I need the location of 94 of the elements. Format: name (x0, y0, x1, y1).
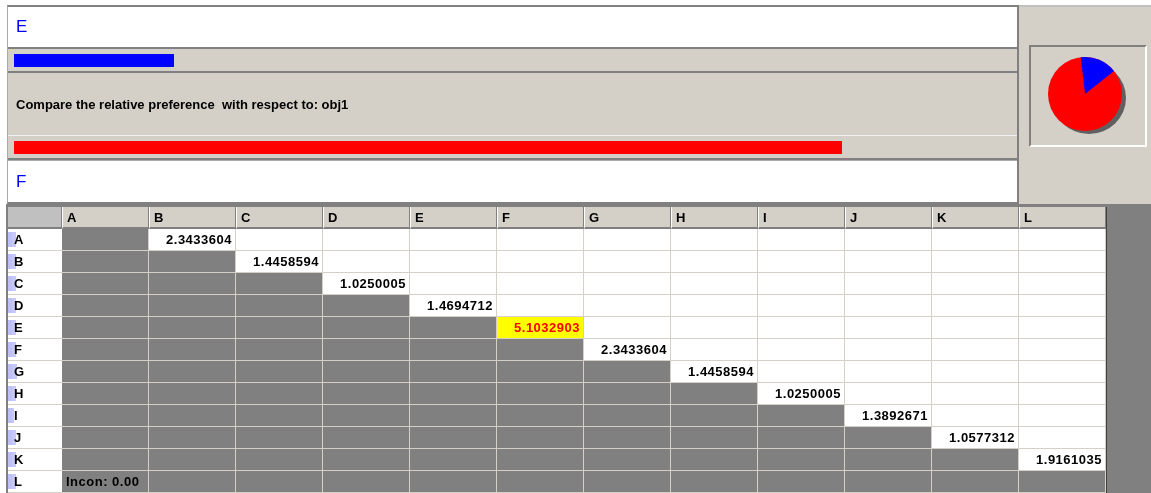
matrix-cell[interactable] (236, 229, 323, 251)
matrix-cell[interactable]: 1.4458594 (671, 361, 758, 383)
matrix-cell[interactable] (758, 251, 845, 273)
matrix-cell[interactable] (584, 251, 671, 273)
matrix-cell[interactable] (1019, 405, 1106, 427)
matrix-cell[interactable] (1019, 229, 1106, 251)
matrix-cell[interactable] (758, 339, 845, 361)
column-header: A (62, 207, 149, 229)
column-header: I (758, 207, 845, 229)
matrix-cell[interactable] (845, 317, 932, 339)
matrix-cell[interactable] (1019, 361, 1106, 383)
matrix-cell[interactable] (932, 229, 1019, 251)
row-header: F (8, 339, 62, 361)
matrix-cell[interactable] (932, 273, 1019, 295)
row-header: C (8, 273, 62, 295)
matrix-cell[interactable] (932, 383, 1019, 405)
column-header: E (410, 207, 497, 229)
item-label: E (16, 17, 28, 37)
matrix-cell[interactable]: 1.0577312 (932, 427, 1019, 449)
matrix-cell[interactable] (845, 383, 932, 405)
matrix-cell[interactable] (758, 317, 845, 339)
matrix-cell[interactable] (1019, 339, 1106, 361)
matrix-cell: Incon: 0.00 (62, 471, 149, 493)
matrix-cell[interactable] (410, 229, 497, 251)
matrix-cell[interactable]: 1.0250005 (758, 383, 845, 405)
row-header: B (8, 251, 62, 273)
matrix-cell[interactable] (932, 405, 1019, 427)
row-header: G (8, 361, 62, 383)
matrix-cell[interactable]: 2.3433604 (584, 339, 671, 361)
row-header: L (8, 471, 62, 493)
prompt-text: Compare the relative preference with respect to: obj1 (16, 96, 349, 112)
matrix-cell[interactable] (845, 251, 932, 273)
matrix-cell[interactable] (758, 361, 845, 383)
column-header: K (932, 207, 1019, 229)
matrix-cell[interactable] (584, 295, 671, 317)
matrix-cell[interactable] (758, 295, 845, 317)
row-header: E (8, 317, 62, 339)
column-header: F (497, 207, 584, 229)
matrix-cell[interactable] (671, 273, 758, 295)
matrix-cell[interactable] (323, 229, 410, 251)
matrix-cell[interactable] (671, 251, 758, 273)
column-header: H (671, 207, 758, 229)
matrix-cell[interactable] (584, 273, 671, 295)
matrix-cell[interactable] (932, 317, 1019, 339)
column-header: D (323, 207, 410, 229)
matrix-cell[interactable] (671, 339, 758, 361)
matrix-cell[interactable] (932, 339, 1019, 361)
column-header: L (1019, 207, 1106, 229)
matrix-cell[interactable]: 1.3892671 (845, 405, 932, 427)
matrix-cell[interactable] (845, 361, 932, 383)
matrix-cell[interactable] (1019, 251, 1106, 273)
matrix-cell[interactable] (410, 273, 497, 295)
matrix-cell[interactable] (1019, 427, 1106, 449)
column-header: C (236, 207, 323, 229)
column-header: B (149, 207, 236, 229)
matrix-cell[interactable] (497, 273, 584, 295)
matrix-cell[interactable] (671, 317, 758, 339)
matrix-cell[interactable] (584, 229, 671, 251)
row-header: A (8, 229, 62, 251)
row-header: H (8, 383, 62, 405)
matrix-cell[interactable] (758, 229, 845, 251)
matrix-cell[interactable] (671, 229, 758, 251)
matrix-cell[interactable] (671, 295, 758, 317)
matrix-cell[interactable] (845, 229, 932, 251)
matrix-cell[interactable] (758, 273, 845, 295)
matrix-cell[interactable]: 1.4694712 (410, 295, 497, 317)
column-header: G (584, 207, 671, 229)
row-header: K (8, 449, 62, 471)
matrix-cell[interactable] (845, 273, 932, 295)
matrix-cell[interactable] (497, 251, 584, 273)
matrix-cell[interactable] (497, 229, 584, 251)
matrix-cell[interactable] (410, 251, 497, 273)
row-header: D (8, 295, 62, 317)
matrix-cell[interactable] (1019, 295, 1106, 317)
matrix-cell[interactable]: 5.1032903 (497, 317, 584, 339)
matrix-cell[interactable]: 1.9161035 (1019, 449, 1106, 471)
matrix-cell[interactable]: 1.0250005 (323, 273, 410, 295)
column-header: J (845, 207, 932, 229)
matrix-cell[interactable]: 1.4458594 (236, 251, 323, 273)
matrix-cell[interactable] (584, 317, 671, 339)
matrix-cell[interactable] (932, 295, 1019, 317)
matrix-cell[interactable] (1019, 273, 1106, 295)
row-header: J (8, 427, 62, 449)
matrix-cell[interactable]: 2.3433604 (149, 229, 236, 251)
matrix-cell[interactable] (1019, 383, 1106, 405)
matrix-cell[interactable] (1019, 317, 1106, 339)
matrix-cell[interactable] (932, 361, 1019, 383)
matrix-cell[interactable] (323, 251, 410, 273)
matrix-cell[interactable] (932, 251, 1019, 273)
matrix-cell[interactable] (845, 339, 932, 361)
matrix-cell[interactable] (845, 295, 932, 317)
matrix-cell[interactable] (497, 295, 584, 317)
item-label: F (16, 171, 27, 192)
row-header: I (8, 405, 62, 427)
